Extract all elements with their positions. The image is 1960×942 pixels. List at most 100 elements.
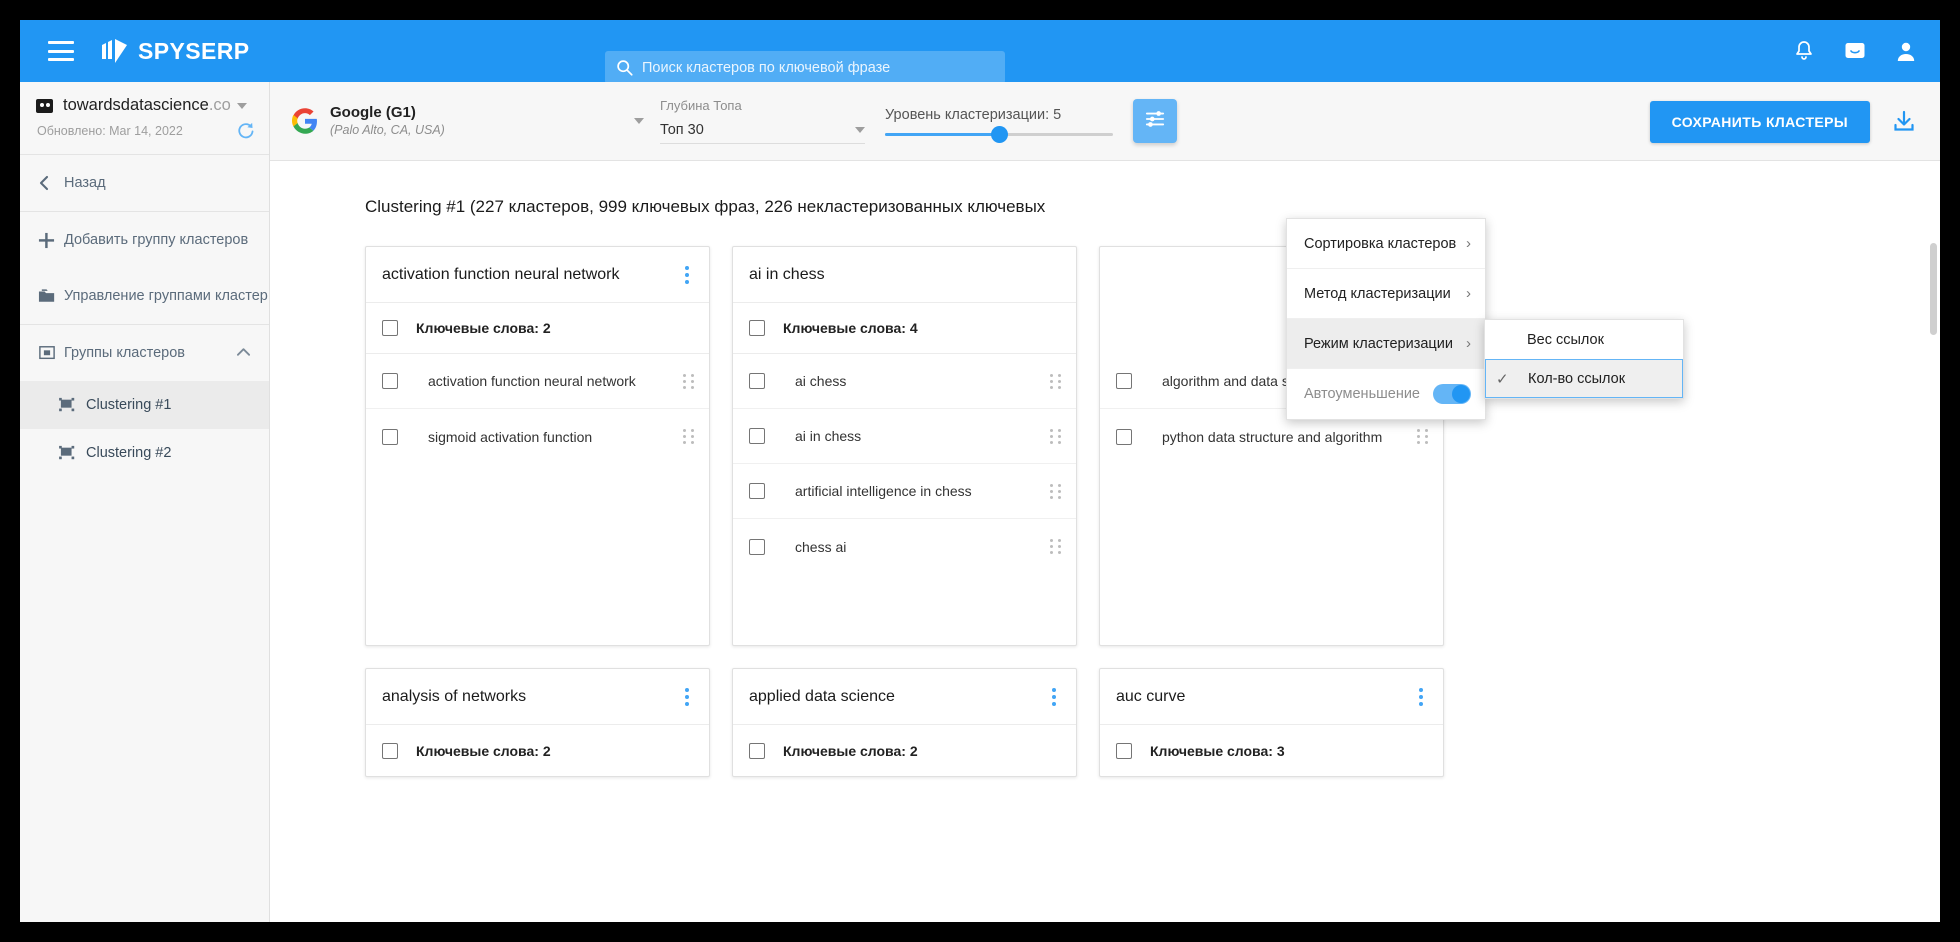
keyword-checkbox[interactable] [1116, 429, 1132, 445]
keyword-checkbox[interactable] [749, 373, 765, 389]
cluster-settings-button[interactable] [1133, 99, 1177, 143]
cluster-toolbar: Google (G1) (Palo Alto, CA, USA) Глубина… [270, 82, 1940, 161]
bell-icon[interactable] [1794, 40, 1814, 62]
select-all-checkbox[interactable] [1116, 743, 1132, 759]
drag-handle-icon[interactable] [683, 429, 695, 444]
menu-item-clustering-method-label: Метод кластеризации [1304, 286, 1451, 302]
clustering-level-block: Уровень кластеризации: 5 [885, 107, 1113, 136]
chevron-right-icon: › [1466, 335, 1471, 352]
more-options-icon[interactable] [1413, 684, 1429, 710]
cluster-icon [38, 345, 64, 361]
menu-item-clustering-mode[interactable]: Режим кластеризации › [1287, 319, 1485, 369]
submenu-item-link-weight[interactable]: Вес ссылок [1485, 320, 1683, 359]
keyword-text: chess ai [795, 539, 846, 555]
cluster-card-title: applied data science [749, 688, 895, 706]
site-favicon-icon [36, 99, 53, 113]
drag-handle-icon[interactable] [1050, 429, 1062, 444]
cluster-keywords-count: Ключевые слова: 2 [416, 320, 551, 336]
drag-handle-icon[interactable] [1417, 429, 1429, 444]
keyword-checkbox[interactable] [749, 539, 765, 555]
auto-reduce-toggle[interactable] [1433, 384, 1471, 404]
chat-icon[interactable] [1844, 41, 1866, 61]
sidebar-item-clustering-2[interactable]: Clustering #2 [20, 429, 269, 477]
menu-item-sort-clusters[interactable]: Сортировка кластеров › [1287, 219, 1485, 269]
submenu-item-link-count[interactable]: ✓ Кол-во ссылок [1485, 359, 1683, 398]
select-all-checkbox[interactable] [382, 320, 398, 336]
keyword-text: ai in chess [795, 428, 861, 444]
sidebar-item-clustering-1[interactable]: Clustering #1 [20, 381, 269, 429]
chevron-down-icon[interactable] [634, 118, 644, 124]
drag-handle-icon[interactable] [1050, 539, 1062, 554]
keyword-checkbox[interactable] [1116, 373, 1132, 389]
cluster-keywords-summary: Ключевые слова: 3 [1100, 725, 1443, 776]
keyword-checkbox[interactable] [382, 429, 398, 445]
cluster-cards-grid: activation function neural network Ключе… [270, 217, 1750, 777]
top-bar-actions [1794, 20, 1916, 82]
select-all-checkbox[interactable] [749, 320, 765, 336]
keyword-checkbox[interactable] [749, 428, 765, 444]
vertical-scrollbar[interactable] [1928, 243, 1938, 922]
top-depth-field: Глубина Топа Топ 30 [660, 98, 865, 144]
keyword-text: activation function neural network [428, 373, 636, 389]
clustering-level-slider[interactable] [885, 133, 1113, 136]
cluster-card-header: applied data science [733, 669, 1076, 725]
more-options-icon[interactable] [679, 684, 695, 710]
drag-handle-icon[interactable] [1050, 484, 1062, 499]
submenu-item-link-count-label: Кол-во ссылок [1528, 371, 1625, 387]
engine-location: (Palo Alto, CA, USA) [330, 123, 445, 139]
toolbar-actions: СОХРАНИТЬ КЛАСТЕРЫ [1650, 82, 1916, 161]
user-icon[interactable] [1896, 41, 1916, 62]
cluster-keywords-count: Ключевые слова: 2 [416, 743, 551, 759]
cluster-card-title: analysis of networks [382, 688, 526, 706]
scrollbar-thumb[interactable] [1930, 243, 1937, 335]
drag-handle-icon[interactable] [683, 374, 695, 389]
site-selector[interactable]: towardsdatascience.co [20, 82, 269, 115]
chevron-down-icon[interactable] [855, 127, 865, 133]
cluster-card-title: activation function neural network [382, 266, 619, 284]
sidebar-group-cluster-groups[interactable]: Группы кластеров [20, 325, 269, 381]
brand-logo[interactable]: SPYSERP [100, 37, 249, 65]
cluster-card: activation function neural network Ключе… [365, 246, 710, 646]
top-depth-label: Глубина Топа [660, 98, 865, 113]
global-search[interactable] [605, 51, 1005, 84]
chevron-down-icon[interactable] [237, 103, 247, 109]
keyword-text: artificial intelligence in chess [795, 483, 972, 499]
refresh-icon[interactable] [236, 121, 255, 140]
select-all-checkbox[interactable] [382, 743, 398, 759]
cluster-keywords-count: Ключевые слова: 2 [783, 743, 918, 759]
slider-thumb[interactable] [991, 126, 1008, 143]
sidebar-item-manage-cluster-groups[interactable]: Управление группами кластер [20, 268, 269, 324]
menu-item-auto-reduce[interactable]: Автоуменьшение [1287, 369, 1485, 419]
keyword-text: ai chess [795, 373, 846, 389]
select-all-checkbox[interactable] [749, 743, 765, 759]
save-clusters-button[interactable]: СОХРАНИТЬ КЛАСТЕРЫ [1650, 101, 1870, 143]
more-options-icon[interactable] [679, 262, 695, 288]
sidebar-item-back[interactable]: Назад [20, 155, 269, 211]
search-engine-selector[interactable]: Google (G1) (Palo Alto, CA, USA) [292, 104, 644, 138]
sidebar-item-add-label: Добавить группу кластеров [64, 232, 248, 248]
brand-name: SPYSERP [138, 38, 249, 65]
cluster-keywords-count: Ключевые слова: 4 [783, 320, 918, 336]
cluster-keywords-count: Ключевые слова: 3 [1150, 743, 1285, 759]
keyword-checkbox[interactable] [749, 483, 765, 499]
top-depth-select[interactable]: Топ 30 [660, 122, 865, 144]
keyword-row: chess ai [733, 519, 1076, 574]
chevron-up-icon[interactable] [236, 345, 251, 361]
download-icon[interactable] [1892, 110, 1916, 134]
cluster-card: analysis of networks Ключевые слова: 2 [365, 668, 710, 777]
clustering-level-label: Уровень кластеризации: 5 [885, 107, 1113, 123]
submenu-item-link-weight-label: Вес ссылок [1527, 332, 1604, 348]
sidebar-item-add-cluster-group[interactable]: Добавить группу кластеров [20, 212, 269, 268]
slider-fill [885, 133, 999, 136]
search-input[interactable] [642, 60, 982, 76]
drag-handle-icon[interactable] [1050, 374, 1062, 389]
chevron-right-icon: › [1466, 235, 1471, 252]
cluster-card-header: activation function neural network [366, 247, 709, 303]
more-options-icon[interactable] [1046, 684, 1062, 710]
keyword-checkbox[interactable] [382, 373, 398, 389]
cluster-card: ai in chess Ключевые слова: 4 ai chess [732, 246, 1077, 646]
menu-hamburger-icon[interactable] [48, 41, 74, 61]
sidebar-item-manage-label: Управление группами кластер [64, 288, 268, 304]
site-updated-row: Обновлено: Mar 14, 2022 [20, 115, 269, 154]
menu-item-clustering-method[interactable]: Метод кластеризации › [1287, 269, 1485, 319]
